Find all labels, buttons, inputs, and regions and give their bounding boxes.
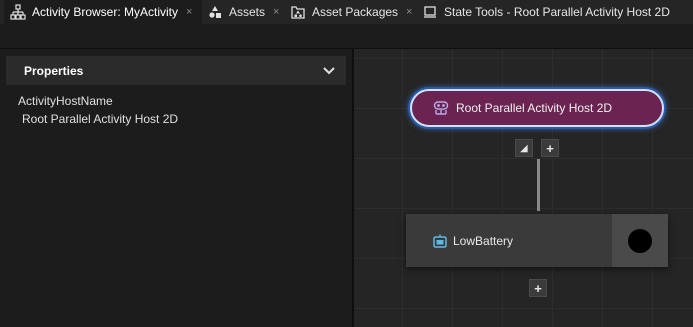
tab-label: Asset Packages — [312, 5, 399, 19]
property-value[interactable]: Root Parallel Activity Host 2D — [22, 112, 178, 126]
assets-icon — [207, 4, 223, 20]
tab-state-tools[interactable]: State Tools - Root Parallel Activity Hos… — [422, 0, 670, 24]
lowbattery-node-label: LowBattery — [453, 233, 514, 248]
root-activity-node[interactable]: Root Parallel Activity Host 2D — [410, 89, 664, 127]
asset-packages-icon — [290, 4, 306, 20]
node-connector — [537, 159, 540, 211]
state-tools-icon — [422, 4, 438, 20]
add-child-button[interactable]: + — [529, 279, 547, 297]
activity-canvas[interactable]: Root Parallel Activity Host 2D ◢ + LowBa… — [354, 49, 693, 327]
collapse-button[interactable]: ◢ — [515, 139, 533, 157]
close-icon[interactable]: × — [186, 6, 192, 18]
parallel-host-icon — [432, 100, 450, 116]
tab-activity-browser[interactable]: Activity Browser: MyActivity × — [4, 0, 202, 24]
tab-bar: Activity Browser: MyActivity × Assets × … — [0, 0, 693, 24]
tab-label: Activity Browser: MyActivity — [32, 5, 179, 19]
close-icon[interactable]: × — [273, 6, 279, 18]
tab-asset-packages[interactable]: Asset Packages × — [290, 0, 412, 24]
property-name: ActivityHostName — [18, 94, 113, 108]
tab-assets[interactable]: Assets × — [207, 0, 279, 24]
properties-panel: Properties ActivityHostName Root Paralle… — [0, 49, 352, 327]
activity-tree-icon — [10, 4, 26, 20]
root-node-label: Root Parallel Activity Host 2D — [456, 101, 613, 115]
chevron-down-icon[interactable] — [322, 64, 336, 78]
tab-label: Assets — [229, 5, 266, 19]
properties-title: Properties — [24, 63, 84, 78]
close-icon[interactable]: × — [406, 6, 412, 18]
node-state-panel[interactable] — [612, 214, 668, 267]
lowbattery-node-body[interactable]: LowBattery — [406, 214, 612, 267]
lowbattery-node[interactable]: LowBattery — [406, 214, 668, 267]
activity-icon — [432, 233, 448, 249]
add-child-button[interactable]: + — [541, 139, 559, 157]
tab-label: State Tools - Root Parallel Activity Hos… — [444, 5, 670, 19]
state-indicator — [628, 228, 652, 253]
properties-header[interactable]: Properties — [6, 56, 346, 85]
